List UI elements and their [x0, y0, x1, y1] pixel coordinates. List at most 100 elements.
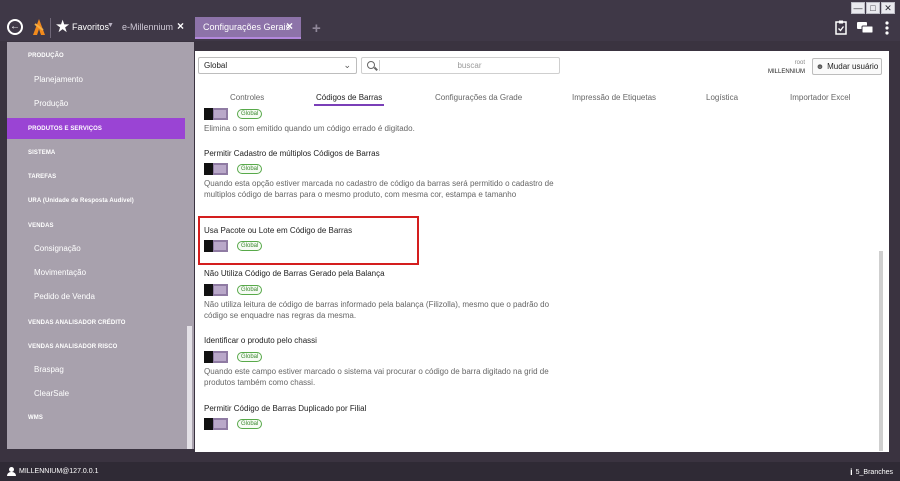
option-title: Usa Pacote ou Lote em Código de Barras [204, 226, 353, 235]
title-bar: — □ ✕ ← ★ Favoritos ▼ e-Millennium × Con… [0, 0, 900, 41]
minimize-button[interactable]: — [851, 2, 865, 14]
tab-codigos-de-barras[interactable]: Códigos de Barras [316, 93, 382, 102]
sidebar-item-tarefas[interactable]: TAREFAS [7, 171, 185, 183]
toggle-knob [204, 108, 213, 120]
toggle-knob [204, 418, 213, 430]
chat-icon[interactable] [857, 22, 873, 34]
tab-impressao-de-etiquetas[interactable]: Impressão de Etiquetas [572, 93, 656, 102]
back-icon[interactable]: ← [7, 19, 23, 35]
content-scrollbar[interactable] [879, 251, 883, 451]
scope-select-value: Global [204, 61, 228, 70]
sidebar-item-label: Produção [34, 98, 69, 108]
sidebar-item-movimentacao[interactable]: Movimentação [7, 264, 185, 280]
change-user-label: Mudar usuário [827, 62, 879, 71]
scope-badge: Global [237, 419, 263, 429]
sidebar-item-label: VENDAS ANALISADOR CRÉDITO [28, 320, 126, 326]
star-icon[interactable]: ★ [55, 17, 70, 37]
sidebar-item-consignacao[interactable]: Consignação [7, 240, 185, 256]
sidebar-item-sistema[interactable]: SISTEMA [7, 147, 185, 159]
user-role: root [794, 60, 805, 66]
status-bar: MILLENNIUM@127.0.0.1 i 5_Branches [0, 462, 900, 481]
toggle-switch[interactable] [204, 240, 228, 252]
status-user: MILLENNIUM@127.0.0.1 [7, 467, 98, 476]
toggle-knob [204, 351, 213, 363]
status-branch[interactable]: i 5_Branches [850, 467, 893, 477]
maximize-button[interactable]: □ [866, 2, 880, 14]
plus-icon[interactable]: + [312, 21, 321, 36]
sidebar-item-producao[interactable]: PRODUÇÃO [7, 50, 185, 62]
sidebar-item-planejamento[interactable]: Planejamento [7, 71, 185, 87]
sidebar-item-clearsale[interactable]: ClearSale [7, 385, 185, 401]
sidebar-item-vendas[interactable]: VENDAS [7, 220, 185, 232]
sidebar-item-label: ClearSale [34, 388, 70, 398]
close-icon[interactable]: × [286, 19, 293, 33]
toggle-track [214, 353, 226, 361]
tab-logistica[interactable]: Logística [706, 93, 738, 102]
option-description: Não utiliza leitura de código de barras … [204, 300, 550, 320]
search-input[interactable] [382, 59, 557, 72]
chevron-down-icon: ⌄ [343, 60, 351, 70]
chevron-down-icon[interactable]: ▼ [107, 22, 114, 29]
toggle-switch[interactable] [204, 163, 228, 175]
search-box[interactable] [361, 57, 560, 74]
users-icon: ☻ [815, 62, 825, 71]
sidebar: PRODUÇÃO Planejamento Produção PRODUTOS … [7, 42, 194, 449]
sidebar-item-pedido-de-venda[interactable]: Pedido de Venda [7, 288, 185, 304]
info-icon: i [850, 467, 853, 477]
sidebar-item-label: SISTEMA [28, 150, 56, 156]
sidebar-item-braspag[interactable]: Braspag [7, 361, 185, 377]
toggle-switch[interactable] [204, 108, 228, 120]
millennium-logo [33, 19, 45, 35]
toggle-track [214, 420, 226, 428]
highlight-box [198, 216, 419, 265]
tab-controles[interactable]: Controles [230, 93, 264, 102]
toggle-track [214, 110, 226, 118]
tab-configuracoes-gerais[interactable]: Configurações Gerais × [195, 17, 301, 39]
more-vertical-icon[interactable] [885, 21, 889, 35]
status-branch-label: 5_Branches [855, 468, 893, 476]
scope-badge: Global [237, 285, 263, 295]
sidebar-item-vendas-analisador-risco[interactable]: VENDAS ANALISADOR RISCO [7, 341, 185, 353]
current-user: root MILLENNIUM [768, 59, 805, 77]
option-description: Quando este campo estiver marcado o sist… [204, 367, 549, 387]
toggle-knob [204, 163, 213, 175]
sidebar-item-label: Movimentação [34, 267, 87, 277]
close-icon[interactable]: × [177, 19, 184, 33]
scope-badge: Global [237, 109, 263, 119]
sidebar-item-label: PRODUÇÃO [28, 53, 64, 59]
scope-badge: Global [237, 241, 263, 251]
status-user-label: MILLENNIUM@127.0.0.1 [19, 468, 99, 475]
sidebar-item-label: VENDAS [28, 223, 54, 229]
tab-configuracoes-da-grade[interactable]: Configurações da Grade [435, 93, 522, 102]
sidebar-item-wms[interactable]: WMS [7, 412, 185, 424]
option-title: Não Utiliza Código de Barras Gerado pela… [204, 269, 385, 278]
sidebar-item-ura[interactable]: URA (Unidade de Resposta Audível) [7, 195, 185, 207]
sidebar-item-label: Pedido de Venda [34, 291, 95, 301]
sidebar-item-label: PRODUTOS E SERVIÇOS [28, 125, 103, 132]
divider [379, 60, 380, 71]
toggle-switch[interactable] [204, 418, 228, 430]
tab-label: Configurações Gerais [203, 22, 291, 32]
option-description: Elimina o som emitido quando um código e… [204, 124, 415, 133]
change-user-button[interactable]: ☻ Mudar usuário [812, 58, 882, 75]
sidebar-item-label: Planejamento [34, 74, 83, 84]
sidebar-item-producao-sub[interactable]: Produção [7, 95, 185, 111]
scope-select[interactable]: Global ⌄ [198, 57, 357, 74]
sidebar-item-vendas-analisador-credito[interactable]: VENDAS ANALISADOR CRÉDITO [7, 317, 185, 329]
user-icon [7, 467, 16, 476]
sidebar-item-label: Braspag [34, 364, 64, 374]
sidebar-item-label: TAREFAS [28, 174, 57, 180]
sidebar-scrollbar[interactable] [187, 326, 192, 449]
favorites-menu[interactable]: Favoritos [72, 22, 109, 32]
clipboard-icon[interactable] [835, 20, 847, 35]
sidebar-item-produtos-servicos[interactable]: PRODUTOS E SERVIÇOS [7, 118, 185, 139]
scope-badge: Global [237, 352, 263, 362]
close-window-button[interactable]: ✕ [881, 2, 895, 14]
toggle-switch[interactable] [204, 351, 228, 363]
tab-e-millennium[interactable]: e-Millennium [122, 22, 173, 32]
sidebar-item-label: Consignação [34, 243, 81, 253]
toggle-switch[interactable] [204, 284, 228, 296]
option-title: Permitir Código de Barras Duplicado por … [204, 404, 367, 413]
tab-importador-excel[interactable]: Importador Excel [790, 93, 850, 102]
toggle-track [214, 286, 226, 294]
